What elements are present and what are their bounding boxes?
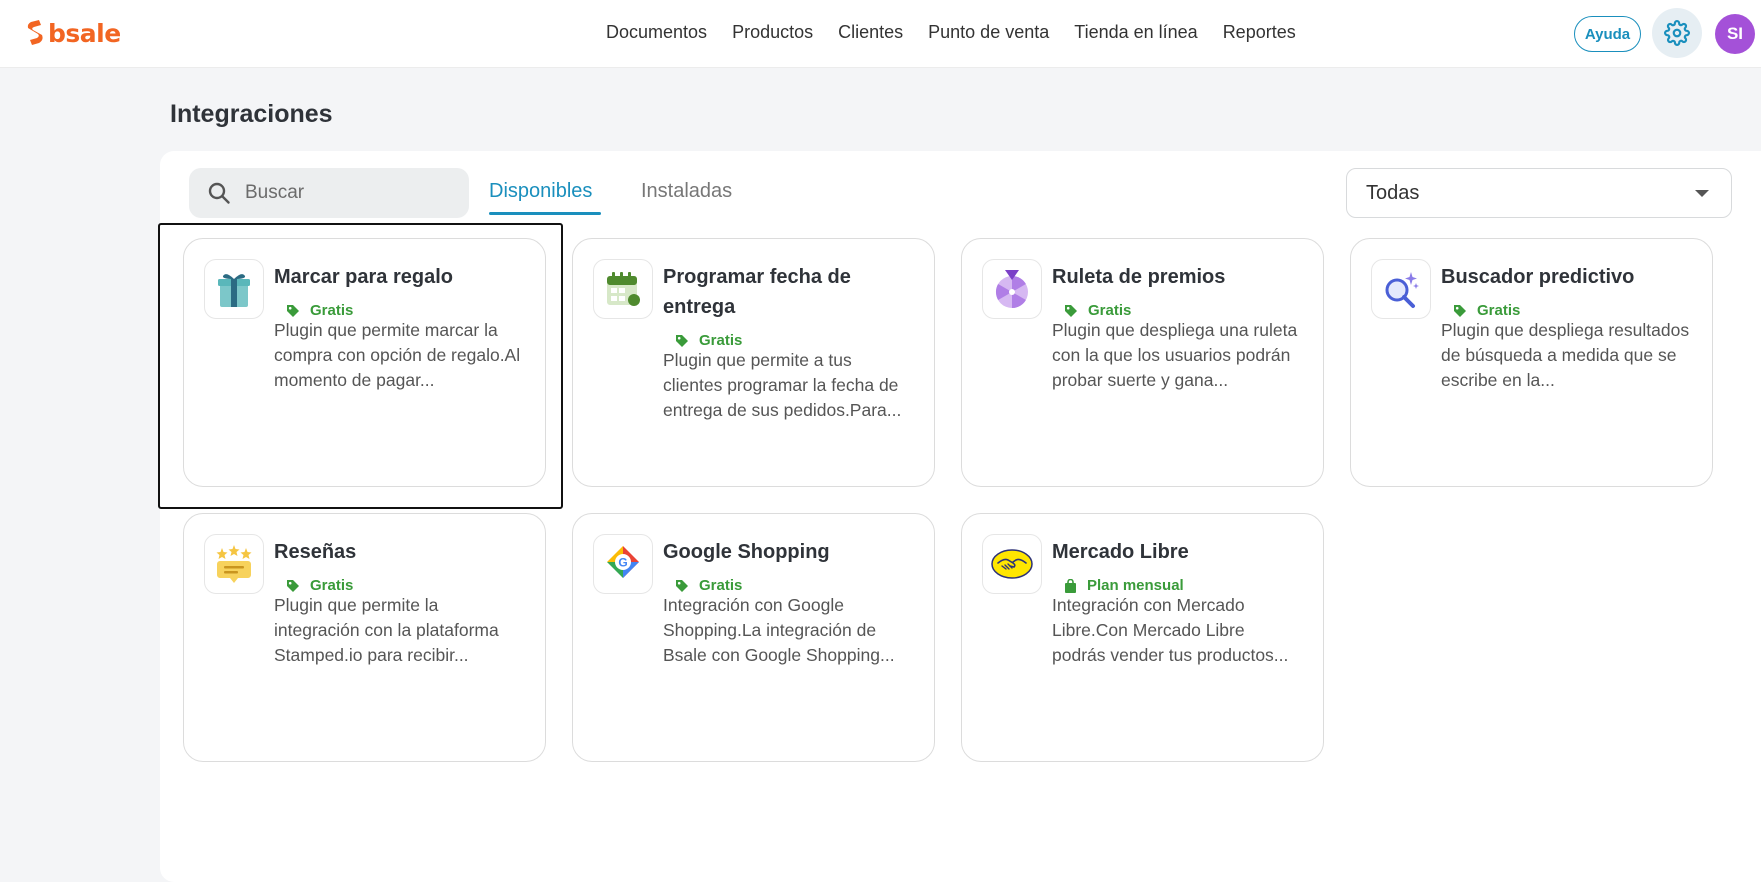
user-avatar[interactable]: SI — [1715, 14, 1755, 54]
tag-icon — [287, 579, 299, 592]
top-bar: bsale Documentos Productos Clientes Punt… — [0, 0, 1761, 68]
nav-punto-de-venta[interactable]: Punto de venta — [928, 22, 1049, 43]
tab-disponibles[interactable]: Disponibles — [489, 180, 592, 203]
integration-price-label: Gratis — [699, 332, 743, 349]
integration-card-programar-fecha-de-entrega[interactable]: Programar fecha de entrega Gratis Plugin… — [572, 238, 935, 487]
integration-price-label: Plan mensual — [1087, 577, 1184, 594]
integration-price-badge: Gratis — [286, 577, 353, 594]
search-box[interactable] — [189, 168, 469, 218]
integration-title: Buscador predictivo — [1441, 266, 1635, 288]
integration-icon-box — [982, 259, 1042, 319]
predictive-search-icon — [1385, 272, 1419, 308]
integration-price-label: Gratis — [310, 577, 354, 594]
tag-icon — [676, 579, 688, 592]
integration-price-badge: Gratis — [675, 332, 742, 349]
integration-icon-box — [204, 259, 264, 319]
nav-productos[interactable]: Productos — [732, 22, 813, 43]
nav-reportes[interactable]: Reportes — [1223, 22, 1296, 43]
nav-documentos[interactable]: Documentos — [606, 22, 707, 43]
tag-icon — [676, 334, 688, 347]
tab-instaladas[interactable]: Instaladas — [641, 180, 732, 203]
integration-card-resenas[interactable]: Reseñas Gratis Plugin que permite la int… — [183, 513, 546, 762]
integration-description: Plugin que permite la integración con la… — [274, 595, 499, 665]
search-icon — [208, 182, 230, 204]
integration-icon-box — [204, 534, 264, 594]
integration-icon-box — [593, 259, 653, 319]
tag-icon — [287, 304, 299, 317]
bsale-logo-mark — [27, 20, 43, 45]
prize-wheel-icon — [995, 270, 1028, 309]
page-title: Integraciones — [170, 100, 333, 128]
settings-button[interactable] — [1652, 8, 1702, 58]
integration-description: Integración con Google Shopping.La integ… — [663, 595, 895, 665]
integration-icon-box — [982, 534, 1042, 594]
integration-price-label: Gratis — [1477, 302, 1521, 319]
calendar-icon — [607, 272, 640, 306]
integration-price-label: Gratis — [1088, 302, 1132, 319]
active-tab-indicator — [489, 212, 601, 215]
svg-text:G: G — [618, 556, 627, 570]
integration-title: Ruleta de premios — [1052, 266, 1226, 288]
integration-description: Plugin que permite a tus clientes progra… — [663, 350, 902, 420]
integration-title: Programar fecha de entrega — [663, 266, 851, 318]
integration-description: Plugin que despliega una ruleta con la q… — [1052, 320, 1298, 390]
bsale-logo-text: bsale — [48, 18, 121, 48]
caret-down-icon — [1695, 190, 1709, 197]
help-button[interactable]: Ayuda — [1574, 16, 1641, 52]
integration-icon-box — [1371, 259, 1431, 319]
integration-price-badge: Gratis — [1064, 302, 1131, 319]
integration-card-google-shopping[interactable]: G Google Shopping Gratis Integración con… — [572, 513, 935, 762]
integration-card-mercado-libre[interactable]: Mercado Libre Plan mensual Integración c… — [961, 513, 1324, 762]
integration-price-label: Gratis — [310, 302, 354, 319]
integration-title: Google Shopping — [663, 541, 830, 563]
integration-card-buscador-predictivo[interactable]: Buscador predictivo Gratis Plugin que de… — [1350, 238, 1713, 487]
gear-icon — [1664, 20, 1690, 46]
search-input[interactable] — [245, 182, 445, 204]
nav-tienda-en-linea[interactable]: Tienda en línea — [1074, 22, 1197, 43]
integration-price-label: Gratis — [699, 577, 743, 594]
integration-title: Mercado Libre — [1052, 541, 1189, 563]
nav-clientes[interactable]: Clientes — [838, 22, 903, 43]
tag-icon — [1454, 304, 1466, 317]
bsale-logo[interactable]: bsale — [26, 18, 121, 48]
integration-description: Integración con Mercado Libre.Con Mercad… — [1052, 595, 1289, 665]
integration-price-badge: Gratis — [286, 302, 353, 319]
integration-description: Plugin que despliega resultados de búsqu… — [1441, 320, 1690, 390]
integration-price-badge: Gratis — [675, 577, 742, 594]
category-filter-value: Todas — [1366, 181, 1420, 204]
integration-title: Reseñas — [274, 541, 357, 563]
tag-icon — [1065, 304, 1077, 317]
integration-card-marcar-para-regalo[interactable]: Marcar para regalo Gratis Plugin que per… — [183, 238, 546, 487]
integration-price-badge: Plan mensual — [1064, 577, 1184, 594]
integration-price-badge: Gratis — [1453, 302, 1520, 319]
category-filter-select[interactable]: Todas — [1346, 168, 1732, 218]
main-nav: Documentos Productos Clientes Punto de v… — [606, 22, 1296, 43]
integration-card-ruleta-de-premios[interactable]: Ruleta de premios Gratis Plugin que desp… — [961, 238, 1324, 487]
google-shopping-icon: G — [607, 546, 639, 578]
reviews-icon — [216, 545, 252, 583]
shopping-bag-icon — [1065, 578, 1076, 593]
gift-icon — [218, 274, 250, 307]
integration-title: Marcar para regalo — [274, 266, 453, 288]
integration-icon-box: G — [593, 534, 653, 594]
integration-description: Plugin que permite marcar la compra con … — [274, 320, 521, 390]
mercado-libre-icon — [991, 549, 1033, 579]
